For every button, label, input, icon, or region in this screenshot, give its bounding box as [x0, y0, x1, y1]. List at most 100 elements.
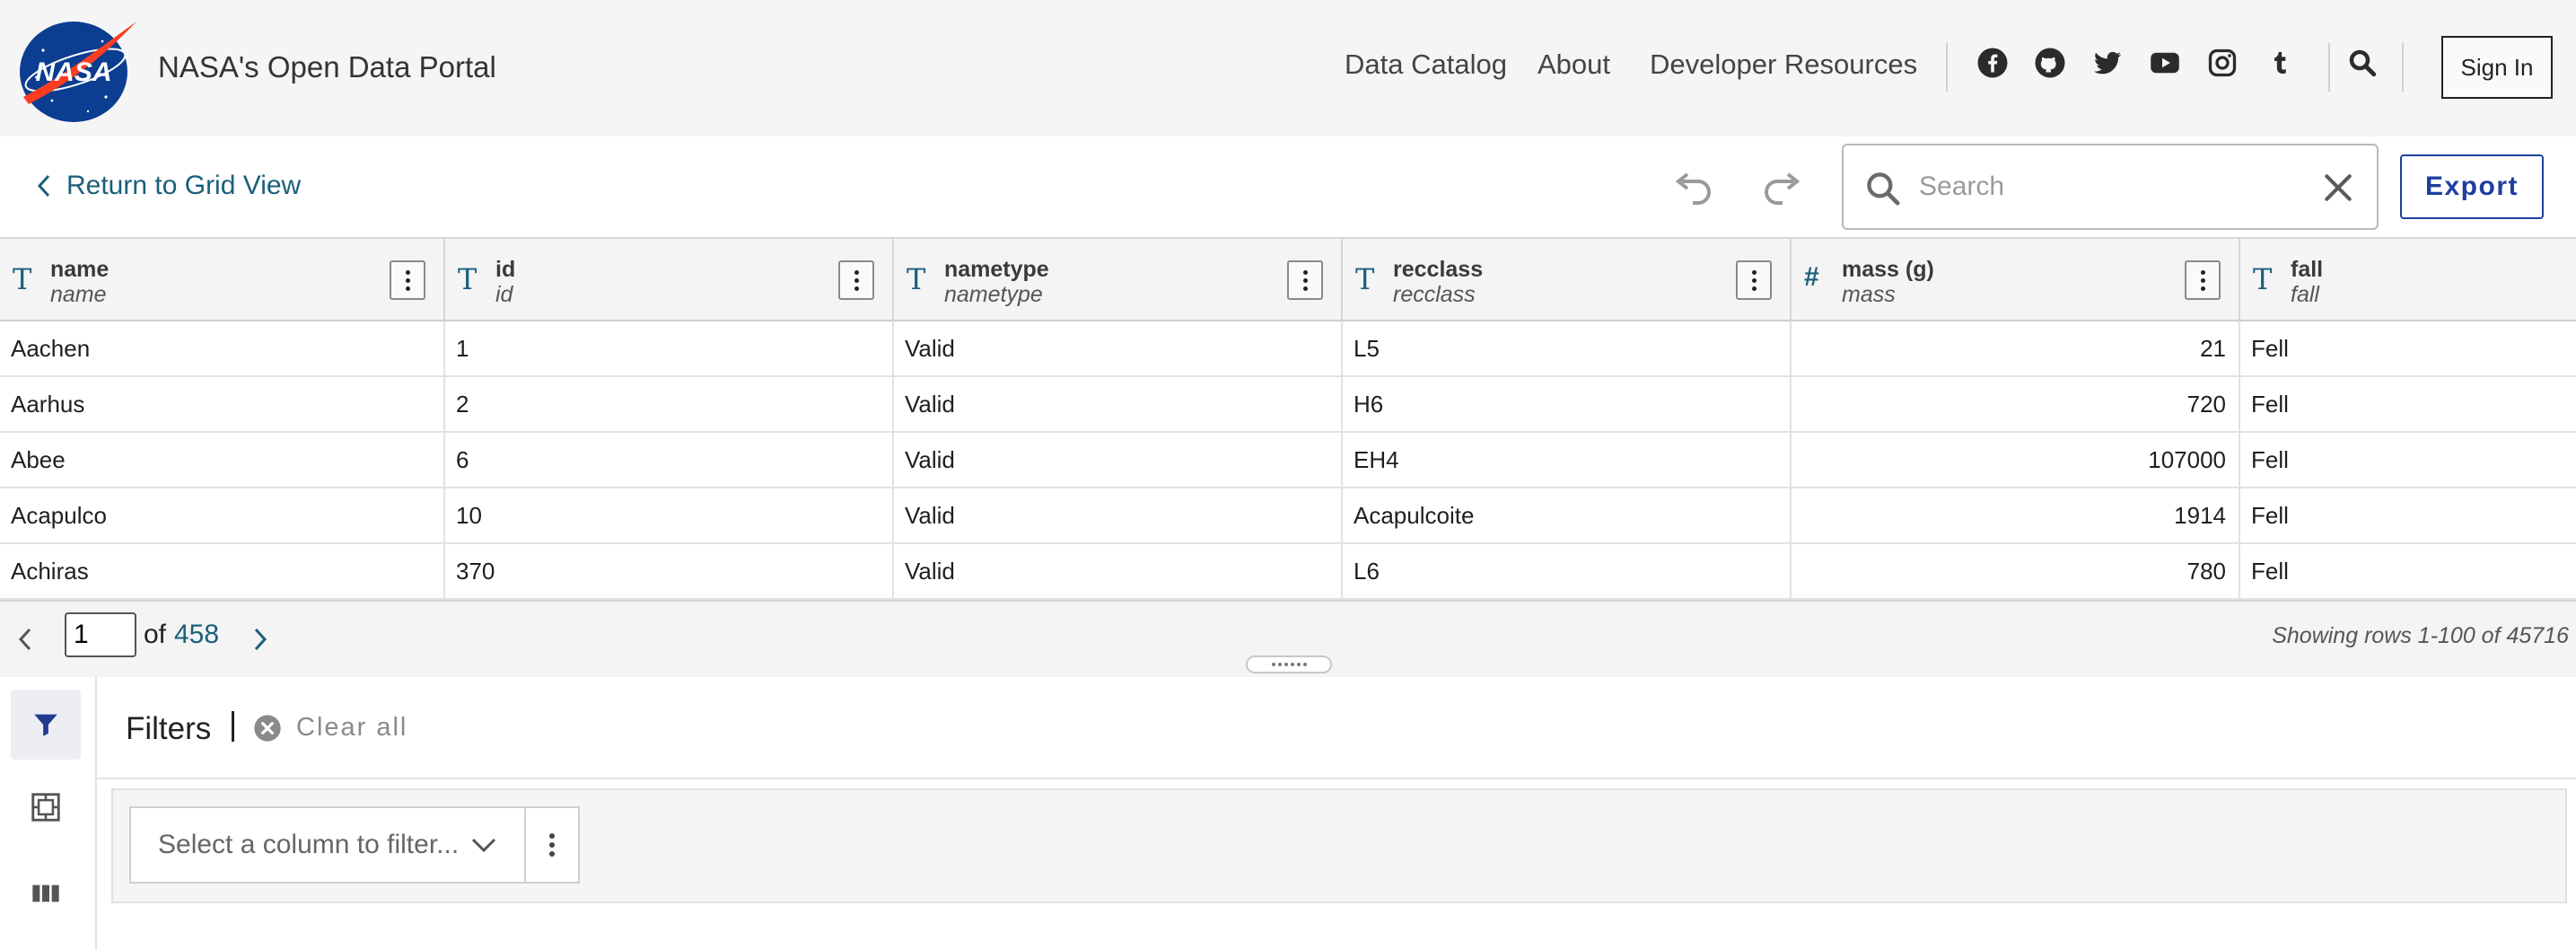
redo-icon[interactable]: [1756, 163, 1806, 214]
table-row[interactable]: Abee 6 Valid EH4 107000 Fell: [0, 433, 2576, 488]
column-title: recclass: [1393, 257, 1484, 282]
cell-fall[interactable]: Fell: [2240, 377, 2576, 431]
column-header-recclass[interactable]: T recclass recclass: [1343, 239, 1792, 321]
group-icon: [31, 793, 60, 822]
column-menu-button[interactable]: [1736, 260, 1772, 300]
close-icon[interactable]: [2321, 171, 2355, 205]
cell-recclass[interactable]: L5: [1343, 321, 1792, 375]
tumblr-icon[interactable]: [2264, 47, 2296, 79]
next-page-button[interactable]: [242, 620, 278, 659]
filter-tab-button[interactable]: [11, 690, 81, 760]
column-field: fall: [2291, 282, 2319, 307]
cell-id[interactable]: 1: [445, 321, 894, 375]
table-row[interactable]: Acapulco 10 Valid Acapulcoite 1914 Fell: [0, 488, 2576, 544]
cell-name[interactable]: Aarhus: [0, 377, 445, 431]
return-to-grid-view-link[interactable]: Return to Grid View: [36, 171, 301, 201]
cell-id[interactable]: 370: [445, 544, 894, 598]
cell-nametype[interactable]: Valid: [894, 321, 1343, 375]
cell-id[interactable]: 2: [445, 377, 894, 431]
page-number-input[interactable]: [65, 612, 136, 657]
cell-mass[interactable]: 720: [1792, 377, 2240, 431]
cell-fall[interactable]: Fell: [2240, 544, 2576, 598]
text-type-icon: T: [2253, 262, 2273, 296]
cell-name[interactable]: Aachen: [0, 321, 445, 375]
column-title: fall: [2291, 257, 2324, 282]
previous-page-button[interactable]: [7, 620, 43, 659]
column-header-nametype[interactable]: T nametype nametype: [894, 239, 1343, 321]
total-pages[interactable]: 458: [174, 620, 219, 650]
cell-nametype[interactable]: Valid: [894, 488, 1343, 542]
column-menu-button[interactable]: [1287, 260, 1323, 300]
panel-resize-handle[interactable]: [1246, 655, 1332, 673]
table-row[interactable]: Achiras 370 Valid L6 780 Fell: [0, 544, 2576, 600]
column-header-name[interactable]: T name name: [0, 239, 445, 321]
search-box: [1842, 144, 2379, 230]
facebook-icon[interactable]: [1976, 47, 2009, 79]
cell-fall[interactable]: Fell: [2240, 433, 2576, 487]
filter-builder: Select a column to filter...: [111, 788, 2567, 903]
portal-title[interactable]: NASA's Open Data Portal: [158, 50, 496, 84]
text-type-icon: T: [907, 262, 926, 296]
columns-tab-button[interactable]: [11, 858, 81, 928]
text-type-icon: T: [1355, 262, 1375, 296]
table-row[interactable]: Aarhus 2 Valid H6 720 Fell: [0, 377, 2576, 433]
table-row[interactable]: Aachen 1 Valid L5 21 Fell: [0, 321, 2576, 377]
cell-name[interactable]: Abee: [0, 433, 445, 487]
side-panel-rail: [0, 677, 97, 950]
cell-nametype[interactable]: Valid: [894, 433, 1343, 487]
group-tab-button[interactable]: [11, 772, 81, 842]
cell-mass[interactable]: 21: [1792, 321, 2240, 375]
cell-name[interactable]: Achiras: [0, 544, 445, 598]
cell-fall[interactable]: Fell: [2240, 321, 2576, 375]
clear-all-button[interactable]: Clear all: [253, 713, 407, 743]
cell-name[interactable]: Acapulco: [0, 488, 445, 542]
text-type-icon: T: [13, 262, 32, 296]
kebab-icon: [2200, 268, 2205, 293]
cell-id[interactable]: 6: [445, 433, 894, 487]
cell-fall[interactable]: Fell: [2240, 488, 2576, 542]
filters-divider: [232, 711, 234, 742]
column-field: recclass: [1393, 282, 1476, 307]
row-count-status: Showing rows 1-100 of 45716: [2272, 623, 2569, 648]
filter-menu-button[interactable]: [526, 806, 580, 884]
cell-nametype[interactable]: Valid: [894, 377, 1343, 431]
cell-mass[interactable]: 107000: [1792, 433, 2240, 487]
column-header-fall[interactable]: T fall fall: [2240, 239, 2576, 321]
undo-icon[interactable]: [1669, 163, 1720, 214]
instagram-icon[interactable]: [2206, 47, 2239, 79]
sign-in-button[interactable]: Sign In: [2441, 36, 2553, 99]
text-type-icon: T: [458, 262, 478, 296]
column-menu-button[interactable]: [390, 260, 425, 300]
nasa-logo[interactable]: NASA: [16, 14, 138, 122]
nav-data-catalog[interactable]: Data Catalog: [1345, 48, 1507, 81]
column-header-mass[interactable]: # mass (g) mass: [1792, 239, 2240, 321]
cell-id[interactable]: 10: [445, 488, 894, 542]
column-filter-select[interactable]: Select a column to filter...: [129, 806, 526, 884]
cell-mass[interactable]: 780: [1792, 544, 2240, 598]
clear-all-label: Clear all: [296, 713, 408, 742]
nav-divider: [1946, 43, 1948, 92]
page-of-label: of: [144, 620, 167, 649]
twitter-icon[interactable]: [2091, 47, 2124, 79]
column-menu-button[interactable]: [838, 260, 874, 300]
column-title: nametype: [944, 257, 1049, 282]
cell-recclass[interactable]: H6: [1343, 377, 1792, 431]
youtube-icon[interactable]: [2149, 47, 2181, 79]
nav-about[interactable]: About: [1538, 48, 1610, 81]
search-icon: [1867, 172, 1900, 206]
export-button[interactable]: Export: [2400, 154, 2544, 219]
column-menu-button[interactable]: [2185, 260, 2221, 300]
cell-recclass[interactable]: EH4: [1343, 433, 1792, 487]
cell-recclass[interactable]: Acapulcoite: [1343, 488, 1792, 542]
filters-title: Filters: [126, 711, 212, 746]
cell-nametype[interactable]: Valid: [894, 544, 1343, 598]
cell-recclass[interactable]: L6: [1343, 544, 1792, 598]
nav-developer-resources[interactable]: Developer Resources: [1650, 48, 1917, 81]
column-header-id[interactable]: T id id: [445, 239, 894, 321]
github-icon[interactable]: [2034, 47, 2066, 79]
search-icon[interactable]: [2346, 47, 2379, 79]
nav-divider: [2328, 43, 2330, 92]
chevron-down-icon: [471, 838, 496, 853]
search-input[interactable]: [1919, 163, 2296, 210]
cell-mass[interactable]: 1914: [1792, 488, 2240, 542]
